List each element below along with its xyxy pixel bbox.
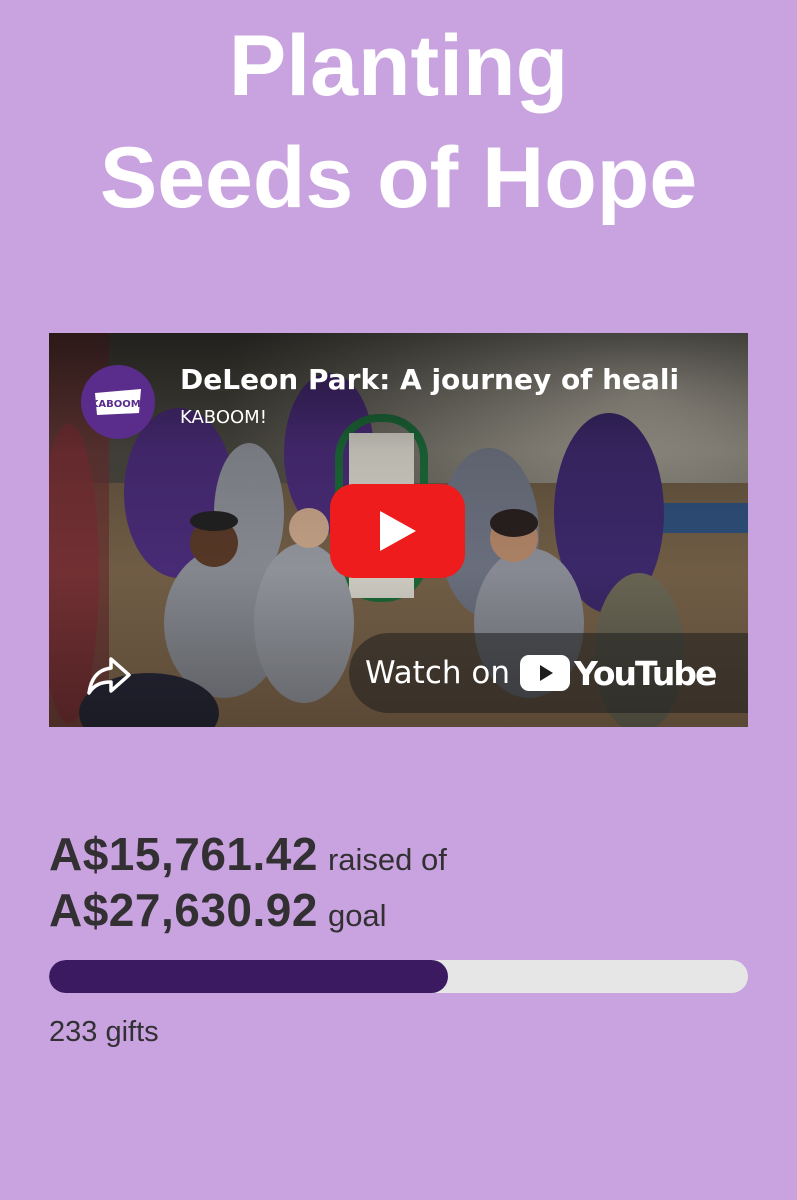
- gifts-count: 233 gifts: [49, 1016, 159, 1048]
- channel-avatar[interactable]: KABOOM!: [81, 365, 155, 439]
- share-arrow-icon: [87, 657, 131, 695]
- youtube-video-embed[interactable]: KABOOM! DeLeon Park: A journey of heali …: [49, 333, 748, 727]
- goal-amount: A$27,630.92: [49, 884, 318, 936]
- youtube-play-icon: [519, 655, 570, 691]
- video-title[interactable]: DeLeon Park: A journey of heali: [180, 361, 748, 399]
- channel-name[interactable]: KABOOM!: [180, 406, 267, 430]
- play-button[interactable]: [330, 484, 465, 578]
- page-title-line-1: Planting: [228, 18, 569, 114]
- goal-line: A$27,630.92 goal: [49, 883, 447, 939]
- fundraising-summary: A$15,761.42 raised of A$27,630.92 goal: [49, 827, 447, 939]
- share-button[interactable]: [85, 651, 133, 699]
- goal-label: goal: [327, 898, 387, 933]
- raised-amount: A$15,761.42: [49, 828, 318, 880]
- raised-label: raised of: [327, 842, 447, 877]
- page-title-line-2: Seeds of Hope: [99, 130, 698, 226]
- watch-on-youtube-button[interactable]: Watch on YouTube: [349, 633, 748, 713]
- youtube-logo: YouTube: [519, 653, 717, 693]
- play-icon: [379, 511, 416, 551]
- progress-bar: [49, 960, 748, 993]
- page-title: Planting Seeds of Hope: [0, 10, 797, 234]
- kaboom-logo-text: KABOOM!: [93, 399, 143, 410]
- kaboom-logo: KABOOM!: [93, 389, 143, 415]
- progress-fill: [49, 960, 448, 993]
- youtube-wordmark: YouTube: [573, 653, 717, 693]
- raised-line: A$15,761.42 raised of: [49, 827, 447, 883]
- watch-on-label: Watch on: [365, 655, 510, 691]
